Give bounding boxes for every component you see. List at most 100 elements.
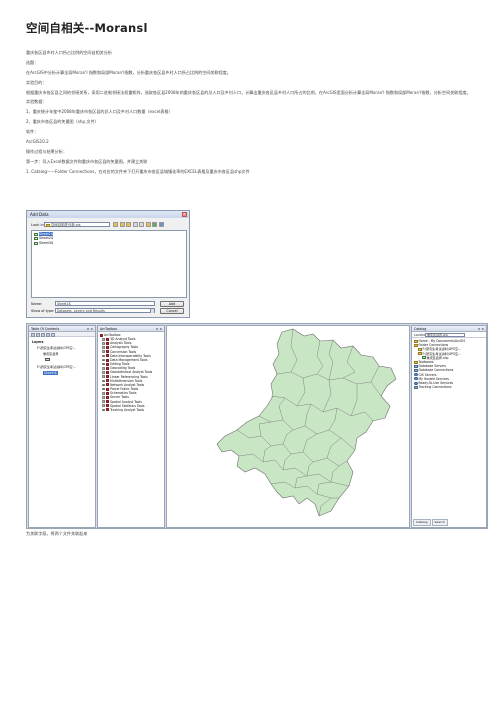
expand-icon[interactable]: + xyxy=(102,337,105,341)
table-of-contents-pane: Table Of Contents × × Layers F:\研究生考试资料\… xyxy=(28,325,96,528)
chevron-down-icon xyxy=(150,309,154,313)
catalog-icon[interactable] xyxy=(152,222,157,227)
catalog-title: Catalog xyxy=(414,327,427,331)
expand-icon[interactable]: + xyxy=(102,379,105,382)
table-icon xyxy=(34,241,38,245)
toolbox-icon xyxy=(105,383,110,387)
globe-icon xyxy=(414,373,418,377)
toolbox-item[interactable]: + Tracking Analyst Tools xyxy=(98,408,164,412)
arctoolbox-pane: ArcToolbox × × ArcToolbox +3D Analyst To… xyxy=(97,325,165,528)
show-type-label: Show of type: xyxy=(31,309,55,313)
close-icon[interactable]: × × xyxy=(87,326,93,332)
table-icon xyxy=(34,232,38,236)
list-by-source-icon[interactable] xyxy=(36,332,40,337)
expand-icon[interactable]: + xyxy=(102,342,105,345)
globe-icon xyxy=(414,377,418,381)
toc-layers[interactable]: Layers xyxy=(32,340,43,344)
show-type-value: Datasets, Layers and Results xyxy=(57,309,105,313)
paragraph-2: 选题： xyxy=(26,59,39,65)
add-data-toolbar xyxy=(113,222,164,227)
catalog-tree: Home - My Documents\ArcGIS Folder Connect… xyxy=(412,338,486,389)
database-icon xyxy=(414,385,418,389)
tab-search[interactable]: Search xyxy=(431,519,448,526)
paragraph-10: ArcGIS10.2 xyxy=(26,139,49,145)
paragraph-7: 1、重庆统计年鉴中2008年重庆市各区县的总人口及乡村人口数量（excel表格） xyxy=(26,109,173,115)
expand-icon[interactable]: + xyxy=(102,383,105,387)
expand-icon[interactable]: + xyxy=(102,391,105,395)
close-icon[interactable]: × xyxy=(182,212,187,217)
toolbox-icon xyxy=(105,395,110,399)
toc-titlebar: Table Of Contents × × xyxy=(29,326,95,332)
folder-icon xyxy=(414,360,418,364)
expand-icon[interactable]: + xyxy=(102,375,105,378)
toc-item-selected[interactable]: Sheet1$ xyxy=(43,371,58,375)
toolbox-icon xyxy=(105,337,110,341)
home-icon[interactable] xyxy=(119,222,125,227)
expand-icon[interactable]: + xyxy=(102,408,105,411)
paragraph-4: 实验目的： xyxy=(26,79,47,85)
catalog-pane: Catalog × × Location: 重庆区县界.shp Home - M… xyxy=(411,325,487,528)
tab-catalog[interactable]: Catalog xyxy=(413,519,431,526)
arcmap-window: Table Of Contents × × Layers F:\研究生考试资料\… xyxy=(26,323,488,529)
expand-icon[interactable]: + xyxy=(102,354,105,357)
toolbox-icon xyxy=(105,391,110,395)
toolbox-icon xyxy=(105,350,110,354)
folder-icon xyxy=(46,223,50,227)
catalog-item[interactable]: Tracking Connections xyxy=(414,385,486,389)
layer-symbol xyxy=(45,358,50,361)
new-folder-icon[interactable] xyxy=(145,222,151,227)
location-input[interactable]: 重庆区县界.shp xyxy=(425,332,465,338)
folder-icon xyxy=(418,348,422,351)
paragraph-6: 实验数据： xyxy=(26,99,47,105)
toolbox-icon xyxy=(105,354,110,358)
list-by-drawing-order-icon[interactable] xyxy=(31,332,35,337)
list-by-visibility-icon[interactable] xyxy=(41,332,45,337)
expand-icon[interactable]: + xyxy=(102,367,105,370)
paragraph-3: 在ArcGIS中分析计算全局Moran'I 指数和局部Moran'I指数，分析重… xyxy=(26,69,231,75)
paragraph-5: 根据重庆市各区县之间的邻接关系，采用二进制邻接法权重矩阵，选取各区县2008年的… xyxy=(26,89,471,95)
expand-icon[interactable]: + xyxy=(102,362,105,366)
connect-folder-icon[interactable] xyxy=(126,222,131,227)
cancel-button[interactable]: Cancel xyxy=(160,307,184,314)
expand-icon[interactable]: + xyxy=(102,358,105,362)
expand-icon[interactable]: + xyxy=(102,346,105,349)
toolbox-icon xyxy=(105,370,110,374)
look-in-value: 空间自相关分析.xls xyxy=(51,223,81,227)
catalog-item-label: Tracking Connections xyxy=(418,385,452,390)
arctoolbox-title: ArcToolbox xyxy=(100,327,118,331)
catalog-location-row: Location: 重庆区县界.shp xyxy=(412,332,486,338)
expand-icon[interactable]: + xyxy=(102,396,105,399)
expand-icon[interactable]: + xyxy=(102,371,105,374)
close-icon[interactable]: × × xyxy=(156,326,162,332)
toc-title: Table Of Contents xyxy=(31,327,60,331)
database-icon xyxy=(414,369,418,373)
toc-toolbar xyxy=(29,332,95,337)
view-list-icon[interactable] xyxy=(132,222,138,227)
add-data-titlebar: Add Data × xyxy=(27,211,189,218)
toc-item[interactable]: F:\研究生考试资料\GPS空... xyxy=(37,365,76,369)
globe-icon[interactable] xyxy=(158,222,164,227)
toc-item[interactable]: F:\研究生考试资料\GPS空... xyxy=(37,346,76,350)
expand-icon[interactable]: + xyxy=(102,350,105,353)
toolbox-icon xyxy=(105,387,110,391)
up-folder-icon[interactable] xyxy=(113,222,118,227)
add-button[interactable]: Add xyxy=(160,300,184,307)
folder-icon xyxy=(418,352,422,356)
toolbox-icon xyxy=(105,379,110,383)
list-by-selection-icon[interactable] xyxy=(46,332,50,337)
expand-icon[interactable]: + xyxy=(102,404,105,407)
expand-icon[interactable]: + xyxy=(102,400,105,403)
toolbox-icon xyxy=(105,358,110,362)
options-icon[interactable] xyxy=(51,332,55,337)
view-menu-icon[interactable] xyxy=(139,222,144,227)
show-type-select[interactable]: Datasets, Layers and Results xyxy=(55,308,155,313)
look-in-dropdown[interactable]: 空间自相关分析.xls xyxy=(44,222,110,227)
chongqing-map xyxy=(216,328,397,517)
paragraph-11: 操作过程与结果分析： xyxy=(26,148,67,154)
toolbox-icon xyxy=(105,375,110,379)
list-item[interactable]: Sheet3$ xyxy=(34,241,184,245)
map-view[interactable] xyxy=(166,325,410,528)
toc-item[interactable]: 重庆区县界 xyxy=(43,352,58,356)
name-field[interactable]: Sheet1$ xyxy=(55,301,155,306)
expand-icon[interactable]: + xyxy=(102,387,105,391)
